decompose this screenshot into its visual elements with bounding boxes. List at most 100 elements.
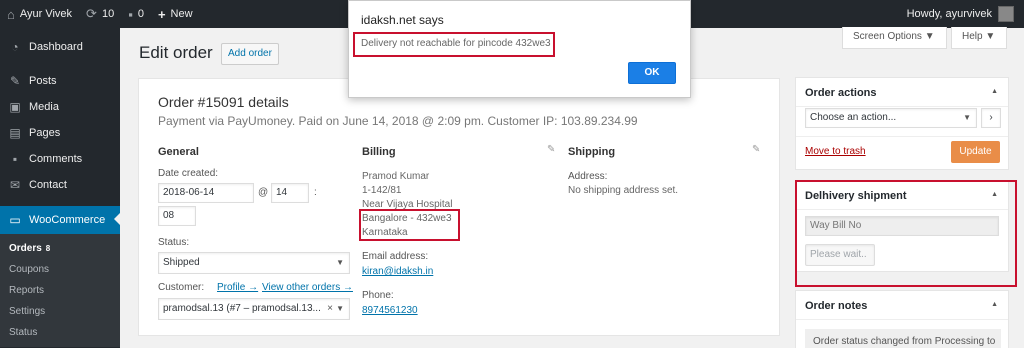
menu-label: Pages	[29, 127, 61, 139]
collapse-arrow-icon[interactable]: ▲	[991, 301, 998, 308]
submenu-coupons[interactable]: Coupons	[0, 259, 120, 280]
shipping-address-label: Address:	[568, 171, 608, 182]
submenu-settings[interactable]: Settings	[0, 301, 120, 322]
email-label: Email address:	[362, 251, 429, 262]
dashboard-icon: ◔	[11, 40, 19, 54]
menu-label: Contact	[29, 179, 67, 191]
customer-select[interactable]: pramodsal.13 (#7 – pramodsal.13... × ▼	[158, 298, 350, 320]
customer-value: pramodsal.13 (#7 – pramodsal.13...	[163, 303, 321, 314]
home-icon: ⌂	[7, 6, 15, 22]
delhivery-highlight-box	[795, 180, 1017, 287]
media-icon: ▣	[9, 100, 21, 114]
date-created-input[interactable]: 2018-06-14	[158, 183, 254, 203]
chevron-down-icon: ▼	[963, 113, 971, 122]
comment-icon: ▪	[128, 6, 133, 22]
menu-label: Media	[29, 101, 59, 113]
comments-count: 0	[137, 8, 144, 20]
update-button[interactable]: Update	[951, 141, 1000, 163]
submenu-orders[interactable]: Orders 8	[0, 238, 120, 259]
menu-label: Posts	[29, 75, 57, 87]
menu-label: WooCommerce	[29, 214, 106, 226]
status-select[interactable]: Shipped ▼	[158, 252, 350, 274]
edit-shipping-pencil-icon[interactable]: ✎	[752, 144, 760, 155]
order-payment-meta: Payment via PayUmoney. Paid on June 14, …	[158, 114, 638, 128]
status-label: Status:	[158, 237, 190, 248]
woocommerce-submenu: Orders 8 Coupons Reports Settings Status	[0, 234, 120, 347]
alert-title: idaksh.net says	[361, 13, 444, 27]
menu-posts[interactable]: ✎ Posts	[0, 68, 120, 94]
site-name-link[interactable]: ⌂ Ayur Vivek	[0, 0, 79, 28]
order-note: Order status changed from Processing to	[805, 329, 1001, 348]
at-symbol: @	[258, 187, 269, 198]
order-notes-box: Order notes ▲ Order status changed from …	[795, 290, 1009, 348]
menu-pages[interactable]: ▤ Pages	[0, 120, 120, 146]
collapse-arrow-icon[interactable]: ▲	[991, 88, 998, 95]
order-actions-title: Order actions	[805, 87, 877, 99]
customer-label: Customer:	[158, 282, 205, 293]
pages-icon: ▤	[9, 126, 21, 140]
submenu-reports[interactable]: Reports	[0, 280, 120, 301]
my-account[interactable]: Howdy, ayurvivek	[907, 6, 1024, 22]
general-title: General	[158, 146, 199, 158]
refresh-icon: ⟳	[86, 6, 97, 21]
mail-icon: ✉	[9, 178, 21, 192]
profile-link[interactable]: Profile →	[217, 282, 258, 293]
billing-title: Billing	[362, 146, 396, 158]
move-to-trash-link[interactable]: Move to trash	[805, 146, 866, 157]
comment-icon: ▪	[12, 152, 18, 166]
hour-input[interactable]: 14	[271, 183, 309, 203]
alert-highlight-box	[353, 32, 555, 57]
submenu-status[interactable]: Status	[0, 322, 120, 343]
admin-sidebar: ◔ Dashboard ✎ Posts ▣ Media ▤ Pages ▪ Co…	[0, 28, 120, 348]
email-link[interactable]: kiran@idaksh.in	[362, 266, 433, 277]
orders-count-badge: 8	[45, 244, 51, 253]
woocommerce-icon: ▭	[9, 213, 21, 227]
menu-comments[interactable]: ▪ Comments	[0, 146, 120, 172]
order-action-select[interactable]: Choose an action... ▼	[805, 108, 977, 128]
order-notes-title: Order notes	[805, 300, 868, 312]
status-value: Shipped	[163, 257, 200, 268]
pin-icon: ✎	[9, 74, 21, 88]
howdy-text: Howdy, ayurvivek	[906, 8, 992, 20]
menu-woocommerce[interactable]: ▭ WooCommerce	[0, 206, 120, 234]
chevron-down-icon: ▼	[336, 258, 344, 267]
edit-billing-pencil-icon[interactable]: ✎	[547, 144, 555, 155]
order-data-box: Order #15091 details Payment via PayUmon…	[138, 78, 780, 336]
screen-options-button[interactable]: Screen Options ▼	[842, 27, 947, 49]
chevron-down-icon: ▼	[336, 304, 344, 313]
billing-line1: 1-142/81	[362, 185, 402, 196]
help-button[interactable]: Help ▼	[951, 27, 1007, 49]
updates-count: 10	[101, 8, 115, 20]
minute-input[interactable]: 08	[158, 206, 196, 226]
submenu-label: Orders	[9, 243, 42, 254]
site-name: Ayur Vivek	[19, 8, 73, 20]
clear-icon[interactable]: ×	[327, 299, 333, 319]
phone-label: Phone:	[362, 290, 394, 301]
apply-action-button[interactable]: ›	[981, 108, 1001, 128]
new-content-link[interactable]: + New	[151, 0, 200, 28]
menu-dashboard[interactable]: ◔ Dashboard	[0, 34, 120, 60]
time-colon: :	[314, 187, 317, 198]
add-order-button[interactable]: Add order	[221, 43, 279, 65]
menu-label: Comments	[29, 153, 83, 165]
shipping-address-value: No shipping address set.	[568, 185, 679, 196]
ok-button[interactable]: OK	[628, 62, 676, 84]
menu-label: Dashboard	[29, 41, 83, 53]
new-label: New	[170, 8, 193, 20]
billing-highlight-box	[359, 209, 460, 241]
updates-link[interactable]: ⟳ 10	[79, 0, 121, 28]
plus-icon: +	[157, 6, 166, 22]
page-title: Edit order	[139, 43, 213, 62]
menu-media[interactable]: ▣ Media	[0, 94, 120, 120]
shipping-title: Shipping	[568, 146, 616, 158]
date-created-label: Date created:	[158, 168, 219, 179]
menu-contact[interactable]: ✉ Contact	[0, 172, 120, 198]
comments-link[interactable]: ▪ 0	[121, 0, 151, 28]
order-actions-box: Order actions ▲ Choose an action... ▼ › …	[795, 77, 1009, 170]
avatar	[998, 6, 1014, 22]
order-heading: Order #15091 details	[158, 94, 289, 110]
order-action-value: Choose an action...	[810, 112, 897, 123]
view-other-orders-link[interactable]: View other orders →	[262, 282, 353, 293]
phone-link[interactable]: 8974561230	[362, 305, 418, 316]
billing-name: Pramod Kumar	[362, 171, 430, 182]
